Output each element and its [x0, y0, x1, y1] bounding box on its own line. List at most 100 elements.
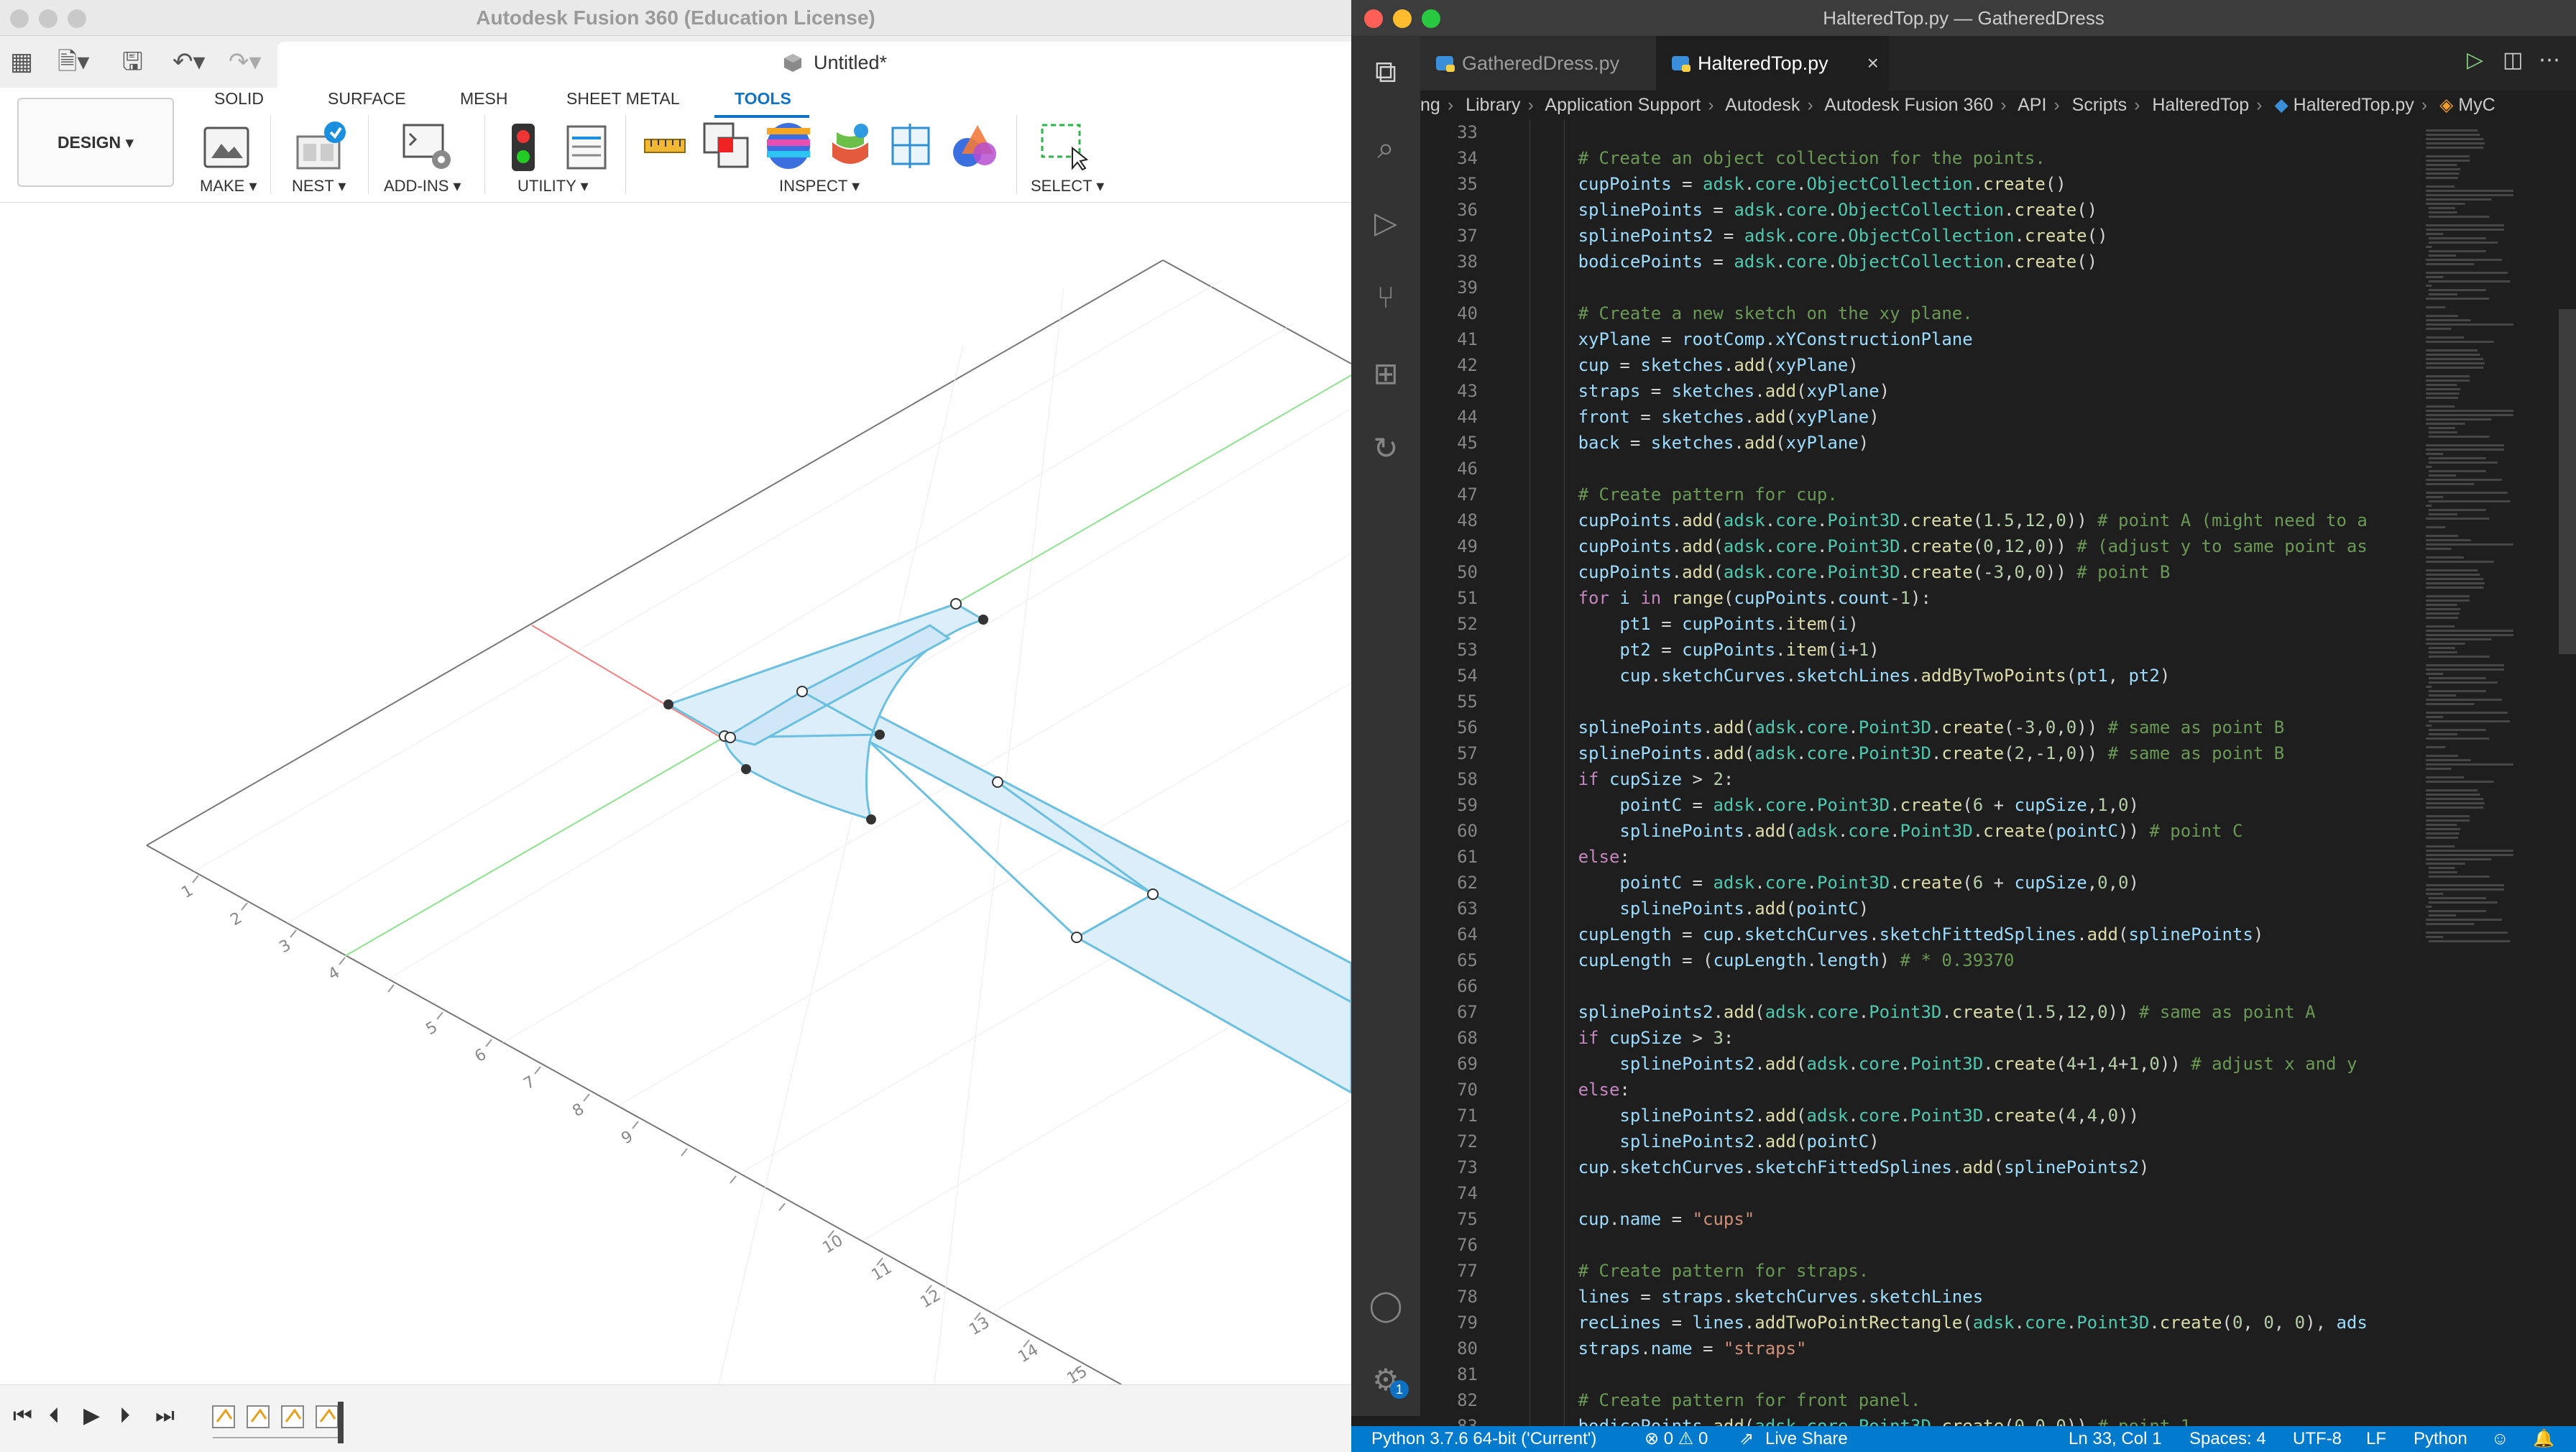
code-line[interactable]: 65 cupLength = (cupLength.length) # * 0.… — [1420, 947, 2326, 973]
scripts-addins-icon[interactable] — [401, 121, 454, 173]
notifications-bell-icon[interactable]: 🔔 — [2533, 1426, 2554, 1452]
tab-tools[interactable]: TOOLS — [735, 89, 791, 109]
group-make[interactable]: MAKE ▾ — [200, 177, 257, 196]
code-line[interactable]: 49 cupPoints.add(adsk.core.Point3D.creat… — [1420, 533, 2368, 559]
code-line[interactable]: 48 cupPoints.add(adsk.core.Point3D.creat… — [1420, 507, 2368, 533]
code-line[interactable]: 44 front = sketches.add(xyPlane) — [1420, 404, 2326, 430]
code-line[interactable]: 82 # Create pattern for front panel. — [1420, 1387, 2326, 1413]
section-analysis-icon[interactable] — [888, 121, 936, 171]
save-icon[interactable]: 🖫 — [122, 46, 143, 78]
close-tab-icon[interactable]: × — [1867, 36, 1879, 91]
code-line[interactable]: 54 cup.sketchCurves.sketchLines.addByTwo… — [1420, 663, 2326, 689]
code-line[interactable]: 77 # Create pattern for straps. — [1420, 1258, 2326, 1284]
feedback-icon[interactable]: ☺ — [2491, 1426, 2509, 1452]
code-line[interactable]: 59 pointC = adsk.core.Point3D.create(6 +… — [1420, 792, 2326, 818]
code-line[interactable]: 67 splinePoints2.add(adsk.core.Point3D.c… — [1420, 999, 2326, 1025]
code-line[interactable]: 64 cupLength = cup.sketchCurves.sketchFi… — [1420, 922, 2326, 947]
redo-icon[interactable]: ↷▾ — [229, 46, 262, 78]
run-debug-icon[interactable]: ▷ — [1351, 201, 1420, 244]
code-line[interactable]: 52 pt1 = cupPoints.item(i) — [1420, 611, 2326, 637]
code-line[interactable]: 37 splinePoints2 = adsk.core.ObjectColle… — [1420, 223, 2326, 249]
design-canvas[interactable]: 1 2 3 4 5 6 7 8 9 10 11 12 13 14 15 — [0, 203, 1351, 1384]
minimap[interactable] — [2418, 119, 2569, 1426]
breadcrumb-item[interactable]: Autodesk — [1725, 95, 1800, 115]
breadcrumb-item[interactable]: Library — [1466, 95, 1520, 115]
search-icon[interactable]: ⌕ — [1351, 127, 1420, 170]
code-line[interactable]: 72 splinePoints2.add(pointC) — [1420, 1129, 2326, 1154]
data-panel-grid-icon[interactable]: ▦ — [10, 46, 33, 78]
tab-halteredtop[interactable]: HalteredTop.py × — [1656, 36, 1889, 91]
window-select-icon[interactable] — [1039, 122, 1091, 171]
remote-explorer-icon[interactable]: ↻ — [1351, 427, 1420, 470]
component-color-cycling-icon[interactable] — [950, 121, 999, 171]
breadcrumb-item[interactable]: API — [2018, 95, 2046, 115]
timeline-play-icon[interactable]: ▶ — [83, 1402, 100, 1430]
breadcrumb-item[interactable]: ng — [1420, 95, 1440, 115]
code-line[interactable]: 41 xyPlane = rootComp.xYConstructionPlan… — [1420, 326, 2326, 352]
code-line[interactable]: 39 — [1420, 275, 2326, 300]
code-line[interactable]: 63 splinePoints.add(pointC) — [1420, 896, 2326, 922]
code-line[interactable]: 36 splinePoints = adsk.core.ObjectCollec… — [1420, 197, 2326, 223]
breadcrumb-item[interactable]: HalteredTop.py — [2294, 95, 2414, 115]
timeline-features[interactable] — [210, 1402, 354, 1445]
group-nest[interactable]: NEST ▾ — [292, 177, 346, 196]
traffic-light-icon[interactable] — [507, 122, 539, 173]
code-line[interactable]: 53 pt2 = cupPoints.item(i+1) — [1420, 637, 2326, 663]
breadcrumb-item[interactable]: Autodesk Fusion 360 — [1824, 95, 1993, 115]
code-line[interactable]: 71 splinePoints2.add(adsk.core.Point3D.c… — [1420, 1103, 2326, 1129]
indentation-status[interactable]: Spaces: 4 — [2189, 1426, 2266, 1452]
code-line[interactable]: 61 else: — [1420, 844, 2326, 870]
group-utility[interactable]: UTILITY ▾ — [518, 177, 589, 196]
split-editor-icon[interactable]: ◫ — [2503, 47, 2523, 73]
code-line[interactable]: 55 — [1420, 689, 2326, 714]
code-line[interactable]: 47 # Create pattern for cup. — [1420, 482, 2326, 507]
code-editor[interactable]: 33 34 # Create an object collection for t… — [1420, 119, 2576, 1426]
draft-analysis-icon[interactable] — [827, 121, 874, 171]
sketch-viewport[interactable]: 1 2 3 4 5 6 7 8 9 10 11 12 13 14 15 — [0, 203, 1351, 1384]
extensions-icon[interactable]: ⊞ — [1351, 352, 1420, 395]
code-line[interactable]: 35 cupPoints = adsk.core.ObjectCollectio… — [1420, 171, 2326, 197]
accounts-icon[interactable]: ◯ — [1351, 1284, 1420, 1327]
code-line[interactable]: 46 — [1420, 456, 2326, 482]
group-select[interactable]: SELECT ▾ — [1031, 177, 1104, 196]
code-line[interactable]: 60 splinePoints.add(adsk.core.Point3D.cr… — [1420, 818, 2326, 844]
group-add-ins[interactable]: ADD-INS ▾ — [384, 177, 461, 196]
group-inspect[interactable]: INSPECT ▾ — [779, 177, 860, 196]
timeline-first-icon[interactable]: ⏮ — [13, 1402, 32, 1430]
code-line[interactable]: 76 — [1420, 1232, 2326, 1258]
explorer-icon[interactable]: ⧉ — [1351, 50, 1420, 93]
timeline-prev-icon[interactable]: ⏴ — [49, 1402, 60, 1430]
breadcrumb-item[interactable]: MyC — [2458, 95, 2495, 115]
breadcrumb-item[interactable]: Application Support — [1545, 95, 1701, 115]
code-line[interactable]: 38 bodicePoints = adsk.core.ObjectCollec… — [1420, 249, 2326, 275]
python-interpreter-status[interactable]: Python 3.7.6 64-bit ('Current') — [1371, 1426, 1596, 1452]
code-line[interactable]: 56 splinePoints.add(adsk.core.Point3D.cr… — [1420, 714, 2326, 740]
file-menu-icon[interactable]: 🗎▾ — [58, 46, 89, 78]
tab-solid[interactable]: SOLID — [214, 89, 264, 109]
3d-print-icon[interactable] — [201, 122, 252, 173]
code-line[interactable]: 33 — [1420, 119, 2326, 145]
cursor-position-status[interactable]: Ln 33, Col 1 — [2069, 1426, 2161, 1452]
code-line[interactable]: 80 straps.name = "straps" — [1420, 1336, 2326, 1361]
run-python-file-icon[interactable]: ▷ — [2467, 47, 2483, 73]
timeline-next-icon[interactable]: ⏵ — [119, 1402, 130, 1430]
editor-scrollbar[interactable] — [2559, 309, 2576, 654]
workspace-switcher-button[interactable]: DESIGN ▾ — [17, 98, 174, 187]
timeline-last-icon[interactable]: ⏭ — [155, 1402, 175, 1430]
code-line[interactable]: 58 if cupSize > 2: — [1420, 766, 2326, 792]
code-line[interactable]: 79 recLines = lines.addTwoPointRectangle… — [1420, 1310, 2368, 1336]
tab-surface[interactable]: SURFACE — [328, 89, 406, 109]
code-line[interactable]: 42 cup = sketches.add(xyPlane) — [1420, 352, 2326, 378]
parameters-table-icon[interactable] — [565, 124, 608, 171]
code-line[interactable]: 70 else: — [1420, 1077, 2326, 1103]
code-line[interactable]: 66 — [1420, 973, 2326, 999]
problems-status[interactable]: ⊗ 0 ⚠ 0 — [1644, 1426, 1708, 1452]
tab-gathereddress[interactable]: GatheredDress.py — [1420, 36, 1656, 91]
live-share-status[interactable]: Live Share — [1765, 1426, 1848, 1452]
strap-sketch[interactable] — [801, 674, 1351, 1094]
tab-sheet-metal[interactable]: SHEET METAL — [566, 89, 680, 109]
encoding-status[interactable]: UTF-8 — [2293, 1426, 2342, 1452]
code-line[interactable]: 75 cup.name = "cups" — [1420, 1206, 2326, 1232]
code-line[interactable]: 69 splinePoints2.add(adsk.core.Point3D.c… — [1420, 1051, 2357, 1077]
code-line[interactable]: 68 if cupSize > 3: — [1420, 1025, 2326, 1051]
